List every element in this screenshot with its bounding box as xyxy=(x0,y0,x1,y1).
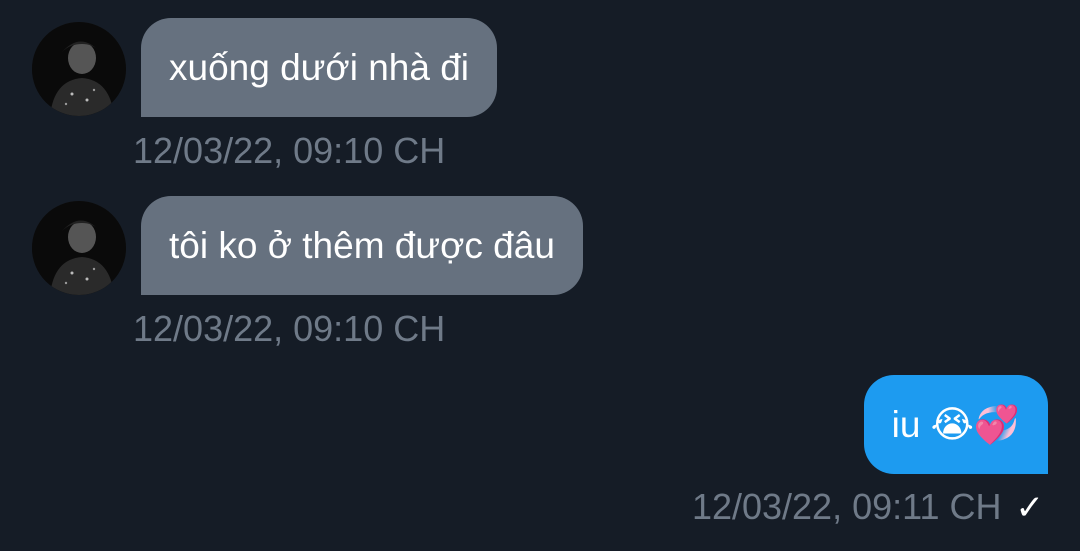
message-timestamp: 12/03/22, 09:10 CH xyxy=(133,130,446,171)
sender-avatar[interactable] xyxy=(32,22,126,116)
message-text: iu 😭💞 xyxy=(891,404,1020,445)
message-timestamp: 12/03/22, 09:10 CH xyxy=(133,308,446,349)
message-timestamp: 12/03/22, 09:11 CH xyxy=(691,486,1002,527)
avatar-photo xyxy=(32,201,126,295)
message-text: tôi ko ở thêm được đâu xyxy=(169,225,555,266)
check-icon: ✓ xyxy=(1015,489,1045,527)
sender-avatar[interactable] xyxy=(32,201,126,295)
message-text: xuống dưới nhà đi xyxy=(169,47,470,88)
incoming-message-bubble[interactable]: tôi ko ở thêm được đâu xyxy=(141,196,583,295)
avatar-photo xyxy=(32,22,126,116)
outgoing-message-bubble[interactable]: iu 😭💞 xyxy=(863,375,1048,474)
chat-thread: xuống dưới nhà đi 12/03/22, 09:10 CH tôi… xyxy=(0,0,1080,551)
incoming-message-bubble[interactable]: xuống dưới nhà đi xyxy=(141,18,498,117)
message-timestamp-row: 12/03/22, 09:11 CH ✓ xyxy=(692,486,1044,528)
